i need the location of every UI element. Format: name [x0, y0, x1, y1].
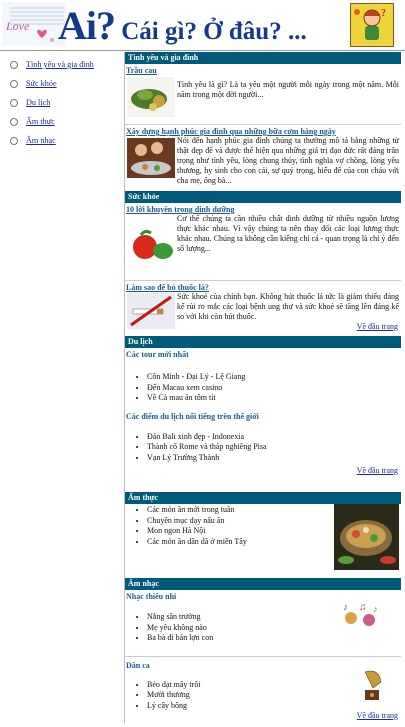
svg-text:Love: Love: [5, 19, 30, 33]
sidebar-item-music[interactable]: Âm nhạc: [10, 136, 124, 146]
subheading-folk-songs: Dân ca: [126, 660, 150, 670]
list-item[interactable]: Đảo Bali xinh đẹp - Indonexia: [147, 432, 401, 443]
food-block: Các món ăn mới trong tuần Chuyên mục dạy…: [125, 504, 401, 578]
site-title: Ai? Cái gì? Ở đâu? ...: [58, 2, 307, 49]
subheading-latest-tours: Các tour mới nhất: [126, 350, 189, 359]
section-heading-love: Tình yêu và gia đình: [125, 52, 401, 64]
cartoon-thinking-icon: ?: [350, 3, 394, 47]
spacer: [125, 270, 401, 280]
svg-text:♪: ♪: [343, 602, 348, 613]
gramophone-icon: [364, 670, 382, 700]
list-item[interactable]: Đến Macau xem casino: [147, 383, 401, 394]
section-heading-health: Sức khỏe: [125, 191, 401, 203]
back-to-top-link[interactable]: Về đầu trang: [357, 466, 398, 475]
section-heading-food: Ẩm thực: [125, 492, 401, 504]
list-item[interactable]: Về Cà mau ăn tôm tít: [147, 393, 401, 404]
article-excerpt: Cơ thể chúng ta cần nhiều chất dinh dưỡn…: [177, 214, 399, 253]
music-block: Nhạc thiếu nhi Nắng sân trường Mẹ yêu kh…: [125, 590, 401, 723]
sidebar-item-label[interactable]: Du lịch: [26, 98, 50, 107]
sidebar-nav: Tình yêu và gia đình Sức khỏe Du lịch Ẩm…: [0, 52, 124, 146]
divider: [125, 655, 401, 657]
article-quit-smoking: Làm sao để bỏ thuốc lá? Sức khoẻ của chí…: [125, 281, 401, 336]
hotpot-image-icon: [334, 504, 399, 570]
article-trau-cau: Trầu cau Tình yêu là gì? Là ta yêu một n…: [125, 64, 401, 124]
sidebar-item-label[interactable]: Âm nhạc: [26, 136, 56, 145]
title-rest: Cái gì? Ở đâu? ...: [115, 18, 307, 45]
article-excerpt: Sức khoẻ của chính bạn. Không hút thuốc …: [177, 292, 399, 321]
circle-bullet-icon: [10, 99, 18, 107]
music-notes-icon: ♪ ♫ ♪: [343, 602, 378, 626]
svg-text:♪: ♪: [373, 604, 378, 614]
sidebar-item-food[interactable]: Ẩm thực: [10, 117, 124, 127]
sidebar-item-travel[interactable]: Du lịch: [10, 98, 124, 108]
circle-bullet-icon: [10, 137, 18, 145]
circle-bullet-icon: [10, 61, 18, 69]
no-smoking-image-icon: [127, 293, 175, 329]
article-excerpt: Tình yêu là gì? Là ta yêu một người mỗi …: [177, 80, 399, 99]
places-list: Đảo Bali xinh đẹp - Indonexia Thành cổ R…: [125, 432, 401, 464]
article-title[interactable]: Trầu cau: [126, 66, 401, 76]
tour-list: Côn Minh - Đại Lý - Lệ Giang Đến Macau x…: [125, 372, 401, 404]
svg-text:♫: ♫: [359, 602, 367, 613]
page-header: Love Ai? Cái gì? Ở đâu? ... ?: [0, 0, 405, 51]
vegetables-image-icon: [127, 225, 175, 265]
love-logo-icon: Love: [2, 2, 66, 46]
article-excerpt: Nói đến hạnh phúc gia đình chúng ta thườ…: [177, 136, 399, 185]
list-item[interactable]: Côn Minh - Đại Lý - Lệ Giang: [147, 372, 401, 383]
list-item[interactable]: Ba bà đi bán lợn con: [147, 633, 401, 644]
section-heading-travel: Du lịch: [125, 336, 401, 348]
title-big: Ai?: [58, 3, 116, 48]
sidebar-item-love[interactable]: Tình yêu và gia đình: [10, 60, 124, 70]
back-to-top-link[interactable]: Về đầu trang: [357, 711, 398, 720]
svg-text:?: ?: [381, 8, 386, 19]
article-family-meals: Xây dựng hạnh phúc gia đình qua những bữ…: [125, 125, 401, 191]
sidebar-item-health[interactable]: Sức khỏe: [10, 79, 124, 89]
circle-bullet-icon: [10, 118, 18, 126]
family-meal-image-icon: [127, 138, 175, 178]
sidebar-item-label[interactable]: Ẩm thực: [26, 117, 55, 126]
main-content: Tình yêu và gia đình Trầu cau Tình yêu l…: [124, 52, 401, 723]
folk-songs-list: Bèo dạt mây trôi Mười thương Lý cây bông: [125, 680, 401, 712]
spacer: [125, 480, 401, 492]
back-to-top-link[interactable]: Về đầu trang: [357, 322, 398, 331]
betel-areca-image-icon: [127, 77, 175, 117]
travel-block: Các tour mới nhất Côn Minh - Đại Lý - Lệ…: [125, 348, 401, 480]
circle-bullet-icon: [10, 80, 18, 88]
article-nutrition-tips: 10 lời khuyên trong dinh dưỡng Cơ thể ch…: [125, 203, 401, 270]
sidebar-item-label[interactable]: Tình yêu và gia đình: [26, 60, 94, 69]
subheading-famous-places: Các điểm du lịch nổi tiếng trên thế giới: [126, 411, 259, 421]
sidebar-item-label[interactable]: Sức khỏe: [26, 79, 57, 88]
list-item[interactable]: Vạn Lý Trường Thành: [147, 453, 401, 464]
list-item[interactable]: Thành cổ Rome và tháp nghiêng Pisa: [147, 442, 401, 453]
sidebar: Tình yêu và gia đình Sức khỏe Du lịch Ẩm…: [0, 52, 124, 727]
section-heading-music: Âm nhạc: [125, 578, 401, 590]
